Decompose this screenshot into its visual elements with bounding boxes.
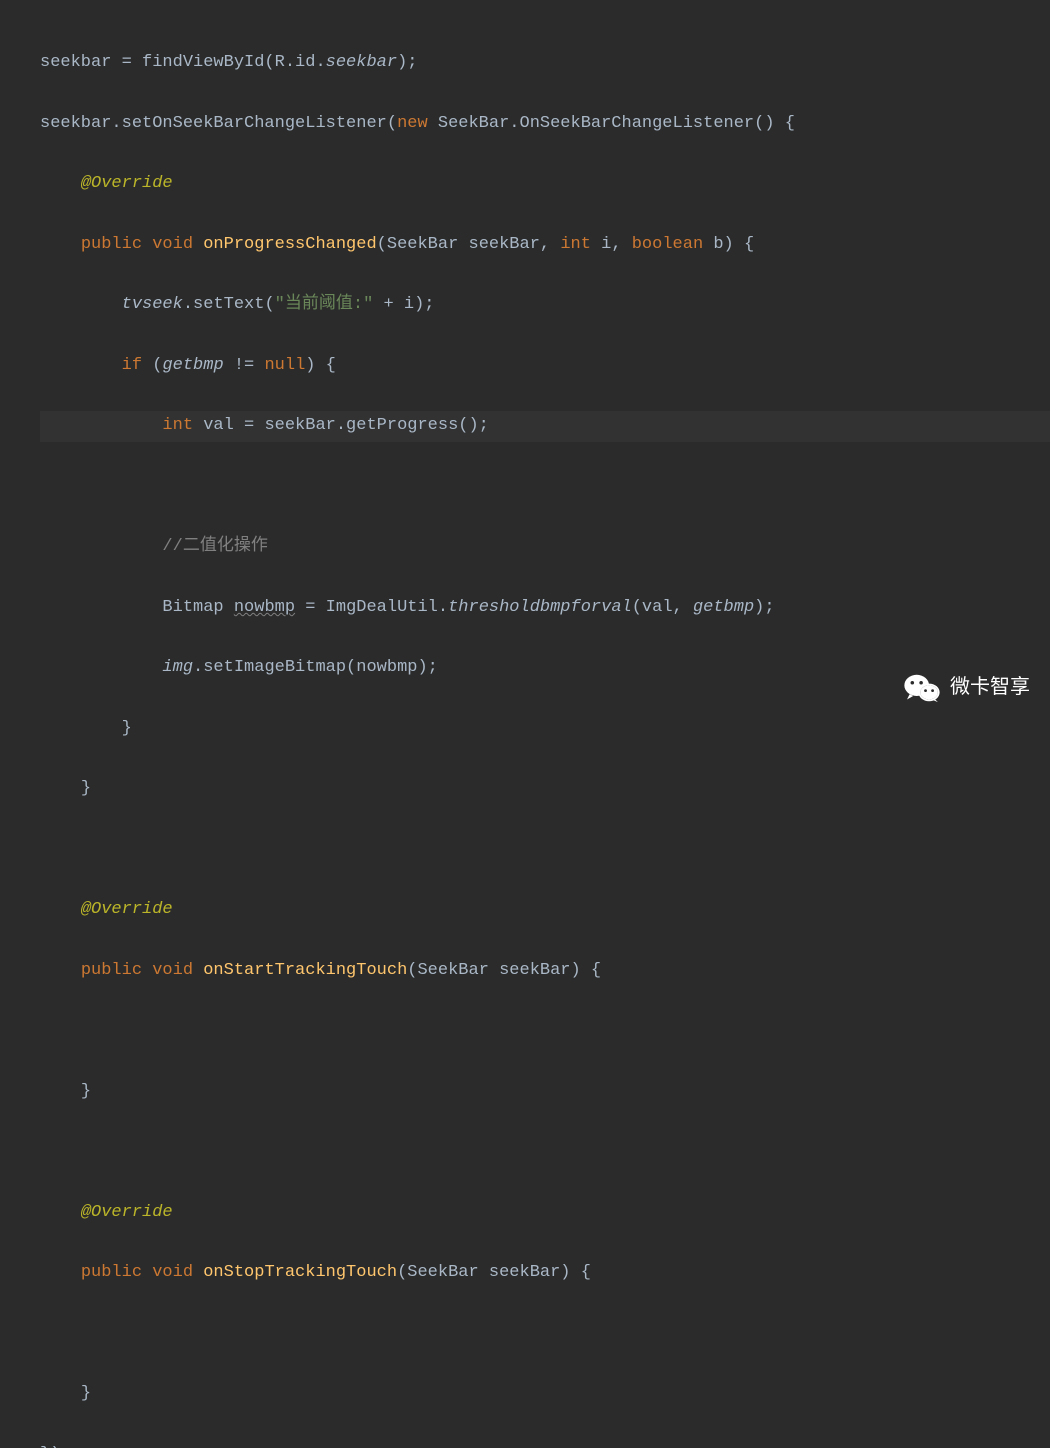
- code-line: [40, 835, 1050, 865]
- code-line: @Override: [40, 895, 1050, 925]
- watermark: 微卡智享: [904, 670, 1030, 706]
- code-line: }: [40, 1379, 1050, 1409]
- code-line: if (getbmp != null) {: [40, 351, 1050, 381]
- code-line: [40, 1319, 1050, 1349]
- code-line: public void onStartTrackingTouch(SeekBar…: [40, 956, 1050, 986]
- watermark-text: 微卡智享: [950, 670, 1030, 706]
- code-line: [40, 1137, 1050, 1167]
- code-line: [40, 472, 1050, 502]
- code-line: }: [40, 714, 1050, 744]
- code-line: });: [40, 1440, 1050, 1448]
- code-line: seekbar = findViewById(R.id.seekbar);: [40, 48, 1050, 78]
- code-line: tvseek.setText("当前阈值:" + i);: [40, 290, 1050, 320]
- code-line-highlighted: int val = seekBar.getProgress();: [40, 411, 1050, 441]
- code-line: [40, 1016, 1050, 1046]
- code-line: Bitmap nowbmp = ImgDealUtil.thresholdbmp…: [40, 593, 1050, 623]
- wechat-icon: [904, 673, 940, 703]
- code-editor[interactable]: seekbar = findViewById(R.id.seekbar); se…: [0, 0, 1050, 1448]
- code-line: img.setImageBitmap(nowbmp);: [40, 653, 1050, 683]
- code-line: }: [40, 774, 1050, 804]
- code-line: @Override: [40, 169, 1050, 199]
- code-line: }: [40, 1077, 1050, 1107]
- code-line: //二值化操作: [40, 532, 1050, 562]
- code-line: public void onProgressChanged(SeekBar se…: [40, 230, 1050, 260]
- code-line: public void onStopTrackingTouch(SeekBar …: [40, 1258, 1050, 1288]
- code-line: @Override: [40, 1198, 1050, 1228]
- code-line: seekbar.setOnSeekBarChangeListener(new S…: [40, 109, 1050, 139]
